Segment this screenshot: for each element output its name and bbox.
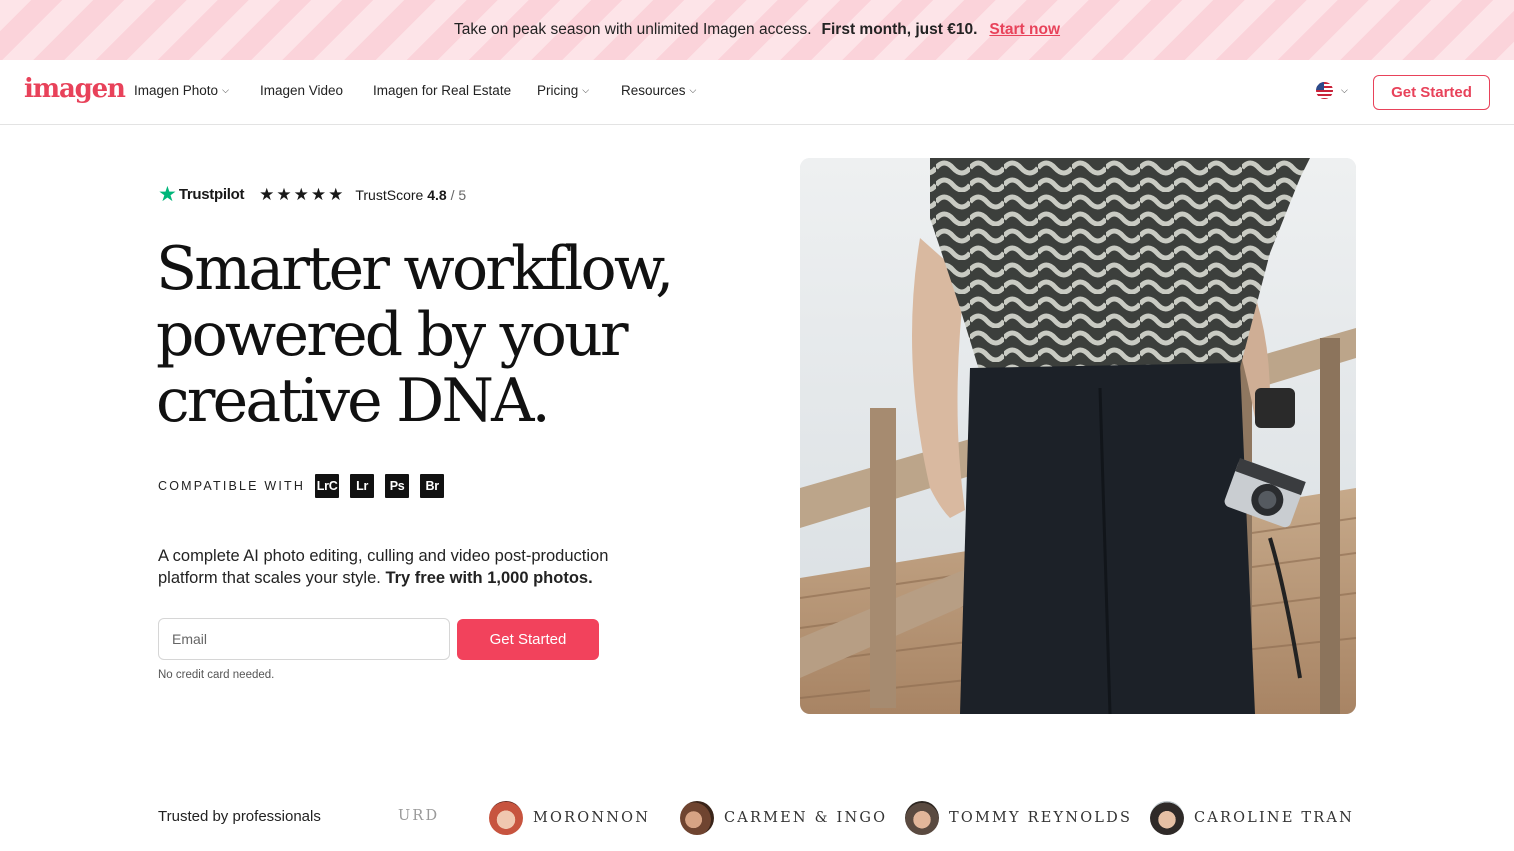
nav-get-started-button[interactable]: Get Started: [1373, 75, 1490, 110]
trustscore-value: 4.8: [427, 186, 447, 203]
promo-start-now-link[interactable]: Start now: [989, 21, 1060, 39]
rating-stars: ★★★★★: [259, 184, 346, 204]
nav-menu: Imagen Photo ⌵ Imagen Video Imagen for R…: [134, 83, 696, 98]
hero-description: A complete AI photo editing, culling and…: [158, 545, 658, 589]
promo-text: Take on peak season with unlimited Image…: [453, 21, 812, 38]
trustscore: TrustScore 4.8 / 5: [355, 187, 466, 203]
avatar: [1150, 801, 1184, 835]
us-flag-icon: [1316, 82, 1333, 99]
trustpilot-rating[interactable]: ★ Trustpilot ★★★★★ TrustScore 4.8 / 5: [158, 184, 466, 205]
trustpilot-brand: Trustpilot: [178, 186, 245, 203]
trustscore-max: / 5: [450, 186, 467, 203]
nav-item-resources[interactable]: Resources ⌵: [621, 83, 696, 98]
hero-headline: Smarter workflow, powered by your creati…: [156, 236, 676, 434]
trusted-logo-name: CAROLINE TRAN: [1194, 810, 1354, 826]
imagen-logo[interactable]: imagen: [24, 74, 126, 104]
trusted-logo-name: CARMEN & INGO: [724, 810, 888, 826]
bridge-icon: Br: [420, 474, 445, 498]
trustpilot-star-icon: ★: [158, 183, 177, 206]
nav-item-label: Imagen Photo: [134, 83, 219, 98]
trusted-logo-name: MORONNON: [533, 810, 651, 826]
email-input[interactable]: [158, 618, 450, 660]
nav-item-label: Imagen for Real Estate: [373, 83, 512, 98]
lightroom-classic-icon: LrC: [315, 474, 340, 498]
trusted-logo: CARMEN & INGO: [680, 800, 887, 836]
nav-item-label: Pricing: [537, 83, 579, 98]
nav-item-imagen-video[interactable]: Imagen Video: [260, 83, 373, 98]
trustscore-label: TrustScore: [355, 186, 424, 203]
hero-photo: [800, 158, 1356, 714]
description-bold: Try free with 1,000 photos.: [385, 569, 593, 587]
headline-line-1: Smarter workflow,: [156, 234, 674, 304]
nav-item-pricing[interactable]: Pricing ⌵: [537, 83, 621, 98]
language-selector[interactable]: ⌵: [1316, 82, 1348, 99]
headline-line-3: creative DNA.: [156, 366, 551, 436]
chevron-down-icon: ⌵: [582, 85, 590, 95]
chevron-down-icon: ⌵: [689, 85, 697, 95]
trusted-logo: CAROLINE TRAN: [1150, 800, 1354, 836]
trusted-logos-carousel: URD MORONNON CARMEN & INGO TOMMY REYNOLD…: [398, 800, 1514, 840]
avatar: [905, 801, 939, 835]
lightroom-icon: Lr: [350, 474, 375, 498]
promo-banner: Take on peak season with unlimited Image…: [0, 0, 1514, 60]
nav-item-imagen-photo[interactable]: Imagen Photo ⌵: [134, 83, 260, 98]
photographer-image: [800, 158, 1356, 714]
chevron-down-icon: ⌵: [222, 85, 229, 95]
chevron-down-icon: ⌵: [1341, 85, 1348, 95]
trusted-logo: TOMMY REYNOLDS: [905, 800, 1132, 836]
nav-item-real-estate[interactable]: Imagen for Real Estate: [373, 83, 537, 98]
promo-highlight: First month, just €10.: [821, 21, 978, 38]
hero-get-started-button[interactable]: Get Started: [457, 619, 599, 660]
avatar: [680, 801, 714, 835]
avatar: [489, 801, 523, 835]
nav-item-label: Resources: [621, 83, 686, 98]
trusted-logo-name: TOMMY REYNOLDS: [949, 810, 1133, 826]
compatible-label: COMPATIBLE WITH: [158, 479, 306, 493]
trusted-logo: MORONNON: [489, 800, 650, 836]
photoshop-icon: Ps: [385, 474, 410, 498]
logo-fragment: URD: [398, 808, 440, 824]
trusted-by-label: Trusted by professionals: [158, 808, 321, 825]
top-nav: imagen Imagen Photo ⌵ Imagen Video Image…: [0, 60, 1514, 125]
nav-item-label: Imagen Video: [260, 83, 344, 98]
no-credit-card-note: No credit card needed.: [158, 669, 275, 681]
headline-line-2: powered by your: [156, 300, 629, 370]
compatible-with: COMPATIBLE WITH LrC Lr Ps Br: [158, 474, 455, 498]
